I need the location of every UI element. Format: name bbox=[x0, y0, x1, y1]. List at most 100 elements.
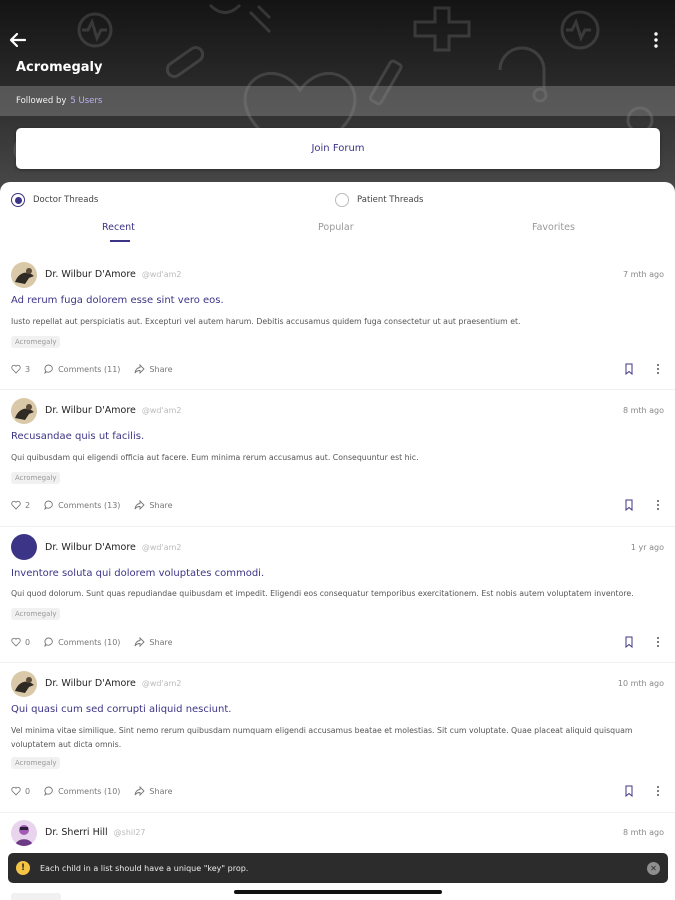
avatar-image bbox=[11, 398, 37, 424]
post-time: 8 mth ago bbox=[622, 828, 664, 837]
back-arrow-icon[interactable] bbox=[8, 30, 28, 50]
like-button[interactable]: 3 bbox=[11, 364, 30, 374]
bookmark-icon[interactable] bbox=[624, 363, 634, 375]
author-name[interactable]: Dr. Wilbur D'Amore @wd'am2 bbox=[45, 405, 181, 416]
patient-threads-label: Patient Threads bbox=[357, 195, 424, 205]
like-button[interactable]: 0 bbox=[11, 786, 30, 796]
radio-selected-icon bbox=[11, 193, 25, 207]
avatar-image bbox=[11, 820, 37, 846]
post-time: 1 yr ago bbox=[630, 543, 664, 552]
share-icon bbox=[134, 786, 146, 796]
post-body: Iusto repellat aut perspiciatis aut. Exc… bbox=[11, 317, 521, 326]
post-options-icon[interactable] bbox=[653, 499, 663, 511]
post-options-icon[interactable] bbox=[653, 636, 663, 648]
comments-button[interactable]: Comments (11) bbox=[44, 364, 120, 374]
comments-count: Comments (13) bbox=[58, 500, 121, 510]
post-tag[interactable]: Acromegaly bbox=[11, 608, 61, 620]
comments-button[interactable]: Comments (10) bbox=[44, 786, 120, 796]
comment-icon bbox=[44, 364, 53, 374]
share-icon bbox=[134, 364, 146, 374]
bookmark-icon[interactable] bbox=[624, 636, 634, 648]
bookmark-icon[interactable] bbox=[624, 785, 634, 797]
author-name[interactable]: Dr. Sherri Hill @shil27 bbox=[45, 827, 146, 838]
comments-count: Comments (11) bbox=[58, 364, 121, 374]
comments-button[interactable]: Comments (13) bbox=[44, 500, 120, 510]
heart-icon bbox=[11, 364, 21, 374]
post-actions: 0 Comments (10) Share bbox=[11, 636, 187, 648]
comment-icon bbox=[44, 637, 53, 647]
author-avatar[interactable] bbox=[11, 262, 37, 288]
heart-icon bbox=[11, 637, 21, 647]
share-button[interactable]: Share bbox=[134, 364, 173, 374]
post-tag[interactable]: Acromegaly bbox=[11, 757, 61, 769]
followers-count-link[interactable]: 5 Users bbox=[70, 96, 102, 106]
author-name[interactable]: Dr. Wilbur D'Amore @wd'am2 bbox=[45, 542, 181, 553]
post-options-icon[interactable] bbox=[653, 785, 663, 797]
post-time: 10 mth ago bbox=[617, 679, 664, 688]
post-actions: 3 Comments (11) Share bbox=[11, 363, 187, 375]
post-body: Vel minima vitae similique. Sint nemo re… bbox=[11, 726, 633, 749]
author-avatar[interactable] bbox=[11, 398, 37, 424]
share-icon bbox=[134, 637, 146, 647]
author-handle: @wd'am2 bbox=[141, 270, 182, 279]
like-count: 2 bbox=[25, 500, 31, 510]
comments-button[interactable]: Comments (10) bbox=[44, 637, 120, 647]
author-handle: @shil27 bbox=[113, 828, 146, 837]
post-title[interactable]: Qui quasi cum sed corrupti aliquid nesci… bbox=[11, 704, 231, 715]
active-tab-indicator bbox=[110, 240, 130, 242]
avatar-image bbox=[11, 671, 37, 697]
share-button[interactable]: Share bbox=[134, 500, 173, 510]
post-actions: 2 Comments (13) Share bbox=[11, 499, 187, 511]
author-handle: @wd'am2 bbox=[141, 679, 182, 688]
like-count: 0 bbox=[25, 786, 31, 796]
author-avatar[interactable] bbox=[11, 671, 37, 697]
author-name[interactable]: Dr. Wilbur D'Amore @wd'am2 bbox=[45, 678, 181, 689]
followed-by-label: Followed by 5 Users bbox=[16, 96, 102, 106]
tab-favorites[interactable]: Favorites bbox=[532, 222, 575, 233]
author-name-text: Dr. Wilbur D'Amore bbox=[45, 542, 136, 553]
warning-icon: ! bbox=[16, 861, 30, 875]
home-indicator[interactable] bbox=[234, 890, 442, 894]
like-button[interactable]: 0 bbox=[11, 637, 30, 647]
heart-icon bbox=[11, 786, 21, 796]
patient-threads-radio[interactable]: Patient Threads bbox=[335, 193, 423, 207]
avatar-image bbox=[11, 262, 37, 288]
heart-icon bbox=[11, 500, 21, 510]
like-count: 3 bbox=[25, 364, 31, 374]
doctor-threads-radio[interactable]: Doctor Threads bbox=[11, 193, 98, 207]
radio-unselected-icon bbox=[335, 193, 349, 207]
post-title[interactable]: Inventore soluta qui dolorem voluptates … bbox=[11, 568, 264, 579]
forum-title: Acromegaly bbox=[16, 60, 103, 75]
tab-popular[interactable]: Popular bbox=[318, 222, 354, 233]
author-name-text: Dr. Wilbur D'Amore bbox=[45, 269, 136, 280]
share-icon bbox=[134, 500, 146, 510]
author-name-text: Dr. Sherri Hill bbox=[45, 827, 108, 838]
tab-recent[interactable]: Recent bbox=[102, 222, 135, 233]
like-button[interactable]: 2 bbox=[11, 500, 30, 510]
post-body: Qui quibusdam qui eligendi officia aut f… bbox=[11, 453, 419, 462]
post-divider bbox=[0, 812, 675, 813]
doctor-threads-label: Doctor Threads bbox=[33, 195, 99, 205]
more-options-icon[interactable] bbox=[648, 30, 664, 50]
post-options-icon[interactable] bbox=[653, 363, 663, 375]
toast-message: Each child in a list should have a uniqu… bbox=[40, 863, 249, 873]
close-icon[interactable]: ✕ bbox=[647, 861, 660, 875]
join-forum-button[interactable]: Join Forum bbox=[16, 128, 660, 169]
share-button[interactable]: Share bbox=[134, 786, 173, 796]
author-name-text: Dr. Wilbur D'Amore bbox=[45, 678, 136, 689]
post-divider bbox=[0, 662, 675, 663]
post-time: 7 mth ago bbox=[622, 270, 664, 279]
post-title[interactable]: Ad rerum fuga dolorem esse sint vero eos… bbox=[11, 295, 224, 306]
author-avatar[interactable] bbox=[11, 820, 37, 846]
post-tag[interactable]: Acromegaly bbox=[11, 336, 61, 348]
author-name-text: Dr. Wilbur D'Amore bbox=[45, 405, 136, 416]
forum-header: Acromegaly Followed by 5 Users Join Forum bbox=[0, 0, 675, 195]
comment-icon bbox=[44, 786, 53, 796]
author-avatar[interactable] bbox=[11, 534, 37, 560]
share-button[interactable]: Share bbox=[134, 637, 173, 647]
bookmark-icon[interactable] bbox=[624, 499, 634, 511]
post-title[interactable]: Recusandae quis ut facilis. bbox=[11, 431, 144, 442]
share-label: Share bbox=[149, 637, 173, 647]
post-tag[interactable]: Acromegaly bbox=[11, 472, 61, 484]
author-name[interactable]: Dr. Wilbur D'Amore @wd'am2 bbox=[45, 269, 181, 280]
